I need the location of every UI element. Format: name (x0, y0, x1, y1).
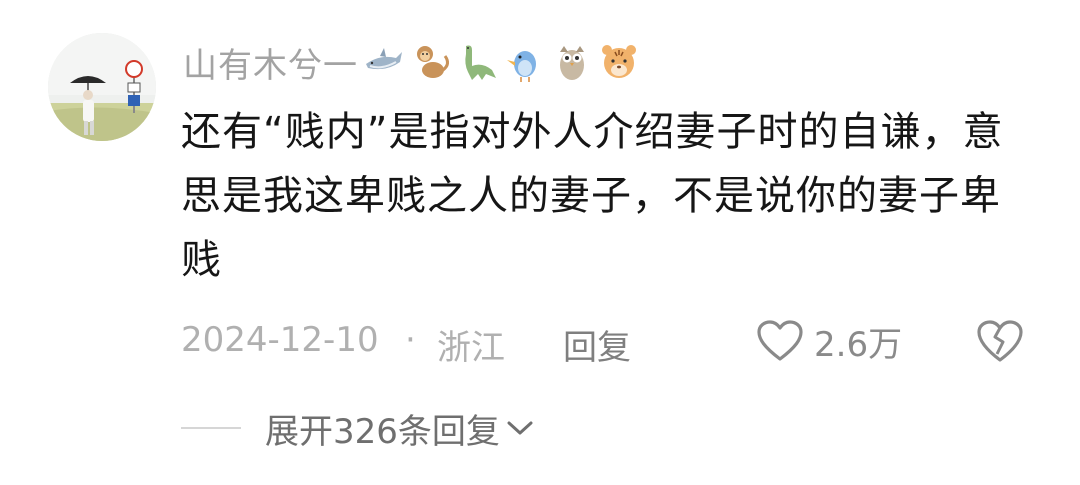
owl-icon (560, 46, 584, 80)
shark-icon (366, 48, 402, 70)
comment-item: 山有木兮一 还有“贱内”是指对外人介绍妻子时的自谦，意思是我这卑贱之人的妻子，不… (0, 0, 1080, 485)
comment-meta-row: 2024-12-10 · 浙江 回复 2.6万 (181, 316, 1041, 369)
username[interactable]: 山有木兮一 (183, 38, 358, 87)
heart-icon (757, 320, 803, 361)
badge-list (362, 40, 644, 84)
comment-date: 2024-12-10 (181, 320, 379, 360)
meta-separator: · (405, 320, 416, 360)
expand-replies-button[interactable]: 展开326条回复 (181, 404, 534, 452)
like-button[interactable]: 2.6万 (756, 316, 902, 366)
expand-replies-label: 展开326条回复 (265, 411, 500, 452)
avatar[interactable] (48, 33, 156, 141)
like-count: 2.6万 (814, 324, 903, 365)
tiger-icon (602, 45, 636, 78)
bird-icon (507, 51, 536, 82)
chevron-down-icon (507, 421, 533, 435)
monkey-icon (417, 46, 450, 78)
avatar-image (48, 33, 156, 141)
comment-location: 浙江 (437, 328, 505, 368)
broken-heart-icon[interactable] (976, 318, 1024, 364)
reply-button[interactable]: 回复 (563, 320, 631, 369)
username-row: 山有木兮一 (183, 36, 644, 88)
comment-text: 还有“贱内”是指对外人介绍妻子时的自谦，意思是我这卑贱之人的妻子，不是说你的妻子… (181, 109, 1004, 283)
expand-divider (181, 427, 241, 429)
dinosaur-icon (465, 45, 496, 80)
